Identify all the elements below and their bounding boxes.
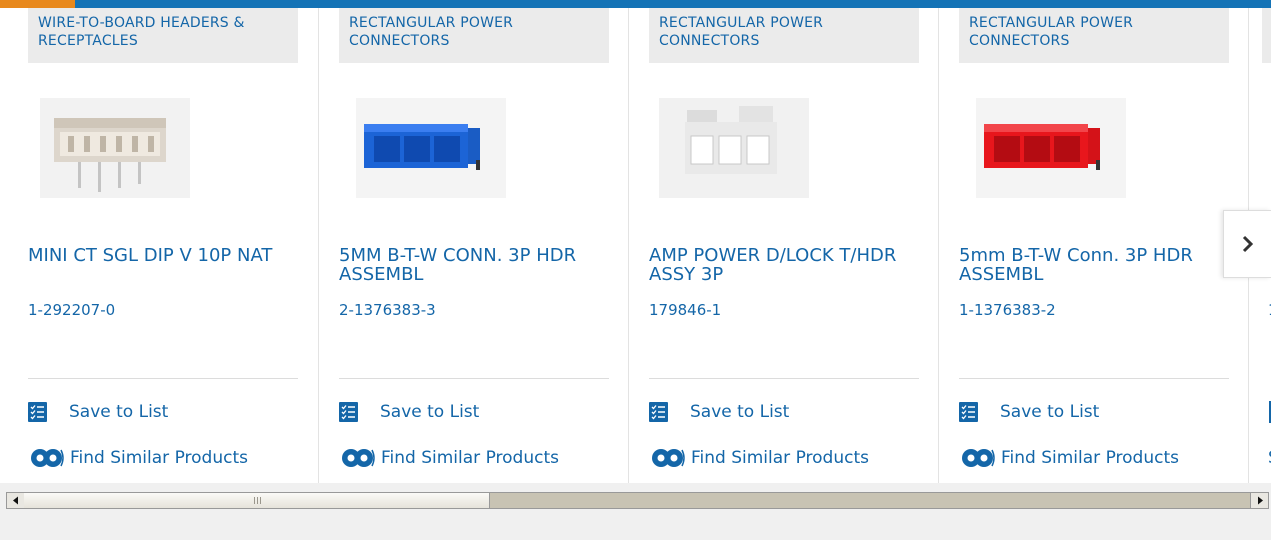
- find-similar-button[interactable]: Find Similar Products: [28, 446, 248, 470]
- part-number[interactable]: 1-292207-0: [28, 301, 115, 319]
- find-similar-label: Find Similar Products: [1001, 448, 1179, 468]
- card-divider: [339, 378, 609, 379]
- product-category[interactable]: RECTANGULAR POWER CONNECTORS: [339, 8, 609, 63]
- checklist-icon: [339, 402, 358, 422]
- find-similar-label: Find Similar Products: [70, 448, 248, 468]
- product-card: RECTANGULAR POWER CONNECTORS AMP POWER D…: [621, 8, 931, 483]
- part-number[interactable]: 1-1376383-2: [959, 301, 1056, 319]
- save-to-list-label: Save to List: [690, 402, 790, 422]
- top-accent-bar: [0, 0, 1271, 8]
- triangle-left-icon: [12, 496, 18, 505]
- product-image[interactable]: [40, 98, 190, 198]
- partial-category: [1262, 8, 1271, 63]
- product-name[interactable]: MINI CT SGL DIP V 10P NAT: [28, 246, 278, 265]
- scroll-left-button[interactable]: [7, 493, 25, 508]
- gear-pair-icon: [31, 449, 64, 467]
- checklist-icon: [959, 402, 978, 422]
- save-to-list-button[interactable]: Save to List: [339, 401, 479, 423]
- gear-pair-icon: [342, 449, 375, 467]
- scroll-right-button[interactable]: [1250, 493, 1268, 508]
- top-accent-highlight: [0, 0, 75, 8]
- product-name[interactable]: 5mm B-T-W Conn. 3P HDR ASSEMBL: [959, 246, 1209, 284]
- product-category[interactable]: RECTANGULAR POWER CONNECTORS: [649, 8, 919, 63]
- product-card: RECTANGULAR POWER CONNECTORS 5mm B-T-W C…: [931, 8, 1241, 483]
- triangle-right-icon: [1257, 496, 1263, 505]
- save-to-list-label: Save to List: [1000, 402, 1100, 422]
- product-card: RECTANGULAR POWER CONNECTORS 5MM B-T-W C…: [311, 8, 621, 483]
- product-carousel: WIRE-TO-BOARD HEADERS & RECEPTACLES MINI…: [0, 8, 1271, 483]
- carousel-next-button[interactable]: [1223, 210, 1271, 278]
- find-similar-label: Find Similar Products: [381, 448, 559, 468]
- scrollbar-thumb[interactable]: [24, 493, 490, 508]
- card-divider: [28, 378, 298, 379]
- product-image[interactable]: [976, 98, 1126, 198]
- save-to-list-label: Save to List: [69, 402, 169, 422]
- save-to-list-button[interactable]: Save to List: [649, 401, 789, 423]
- find-similar-label: Find Similar Products: [691, 448, 869, 468]
- find-similar-button[interactable]: Find Similar Products: [339, 446, 559, 470]
- part-number[interactable]: 179846-1: [649, 301, 721, 319]
- horizontal-scrollbar[interactable]: [6, 492, 1269, 509]
- checklist-icon: [649, 402, 668, 422]
- gear-pair-icon: [652, 449, 685, 467]
- card-divider: [649, 378, 919, 379]
- gear-pair-icon: [962, 449, 995, 467]
- save-to-list-button[interactable]: Save to List: [959, 401, 1099, 423]
- product-category[interactable]: WIRE-TO-BOARD HEADERS & RECEPTACLES: [28, 8, 298, 63]
- save-to-list-label: Save to List: [380, 402, 480, 422]
- find-similar-button[interactable]: Find Similar Products: [649, 446, 869, 470]
- part-number[interactable]: 2-1376383-3: [339, 301, 436, 319]
- product-image[interactable]: [649, 98, 819, 198]
- find-similar-button[interactable]: Find Similar Products: [959, 446, 1179, 470]
- chevron-right-icon: [1242, 235, 1253, 253]
- save-to-list-button[interactable]: Save to List: [28, 401, 168, 423]
- product-image[interactable]: [356, 98, 506, 198]
- scrollbar-grip: [254, 497, 262, 504]
- product-name[interactable]: AMP POWER D/LOCK T/HDR ASSY 3P: [649, 246, 899, 284]
- card-divider: [959, 378, 1229, 379]
- checklist-icon: [28, 402, 47, 422]
- product-card: WIRE-TO-BOARD HEADERS & RECEPTACLES MINI…: [0, 8, 310, 483]
- product-name[interactable]: 5MM B-T-W CONN. 3P HDR ASSEMBL: [339, 246, 589, 284]
- product-category[interactable]: RECTANGULAR POWER CONNECTORS: [959, 8, 1229, 63]
